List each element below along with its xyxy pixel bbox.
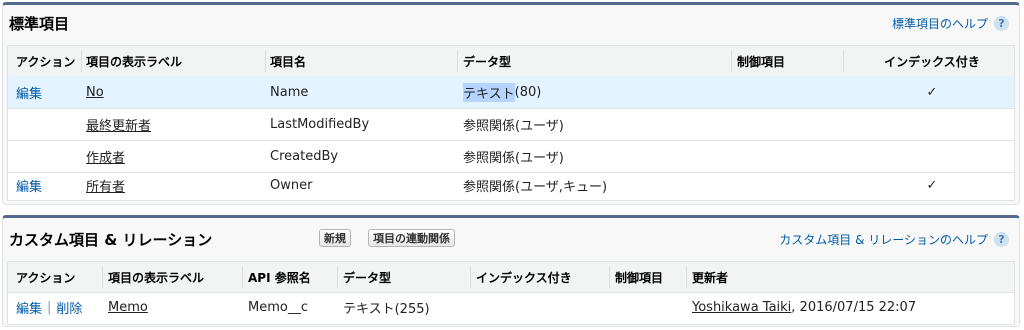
standard-fields-help-link[interactable]: 標準項目のヘルプ ? <box>892 15 1009 32</box>
indexed-check-icon: ✓ <box>926 178 938 193</box>
field-type: テキスト(255) <box>343 302 430 317</box>
field-type: テキスト (80) <box>463 76 541 108</box>
updated-by: Yoshikawa Taiki, 2016/07/15 22:07 <box>692 292 916 323</box>
edit-link[interactable]: 編集 <box>16 298 42 317</box>
table-row: 編集 所有者 Owner 参照関係(ユーザ,キュー) ✓ <box>8 172 1014 199</box>
field-type: 参照関係(ユーザ) <box>463 118 564 134</box>
field-type: 参照関係(ユーザ) <box>463 150 564 166</box>
field-name: CreatedBy <box>270 148 339 164</box>
delete-link[interactable]: 削除 <box>56 298 82 317</box>
field-dependency-button[interactable]: 項目の連動関係 <box>368 229 455 247</box>
col-header-action: アクション <box>16 54 76 69</box>
field-label-link[interactable]: 所有者 <box>86 172 125 199</box>
custom-fields-table: アクション 項目の表示ラベル API 参照名 データ型 インデックス付き 制御項… <box>7 261 1015 325</box>
field-label-link[interactable]: 作成者 <box>86 140 125 172</box>
custom-fields-help-link[interactable]: カスタム項目 & リレーションのヘルプ ? <box>779 231 1009 248</box>
api-name: Memo__c <box>248 300 308 315</box>
updated-at: , 2016/07/15 22:07 <box>791 300 917 315</box>
row-actions: 編集 | 削除 <box>16 292 82 323</box>
field-type-rest: (80) <box>514 84 542 100</box>
standard-fields-panel: 標準項目 標準項目のヘルプ ? アクション 項目の表示ラベル 項目名 データ型 … <box>2 2 1020 205</box>
edit-link[interactable]: 編集 <box>16 76 42 108</box>
indexed-check-icon: ✓ <box>926 84 938 100</box>
col-header-name: 項目名 <box>270 54 307 69</box>
help-icon[interactable]: ? <box>994 16 1009 31</box>
field-name: Owner <box>270 178 313 193</box>
table-header-row: アクション 項目の表示ラベル API 参照名 データ型 インデックス付き 制御項… <box>8 262 1014 293</box>
table-row: 編集 | 削除 Memo Memo__c テキスト(255) Yoshikawa… <box>8 292 1014 323</box>
table-row: 最終更新者 LastModifiedBy 参照関係(ユーザ) <box>8 108 1014 141</box>
field-name: Name <box>270 84 309 100</box>
standard-fields-help-label[interactable]: 標準項目のヘルプ <box>892 15 988 32</box>
field-name: LastModifiedBy <box>270 116 370 132</box>
col-header-type: データ型 <box>343 270 392 285</box>
col-header-label: 項目の表示ラベル <box>108 270 205 285</box>
table-header-row: アクション 項目の表示ラベル 項目名 データ型 制御項目 インデックス付き <box>8 46 1014 77</box>
help-icon[interactable]: ? <box>994 232 1009 247</box>
col-header-control: 制御項目 <box>737 54 786 69</box>
col-header-api-name: API 参照名 <box>248 270 311 285</box>
field-type: 参照関係(ユーザ,キュー) <box>463 180 608 195</box>
updated-by-user-link[interactable]: Yoshikawa Taiki <box>692 300 791 315</box>
col-header-control: 制御項目 <box>615 270 664 285</box>
new-field-button[interactable]: 新規 <box>319 229 351 247</box>
col-header-type: データ型 <box>463 54 512 69</box>
col-header-indexed: インデックス付き <box>476 270 572 285</box>
col-header-updated-by: 更新者 <box>692 270 729 285</box>
table-row: 作成者 CreatedBy 参照関係(ユーザ) <box>8 140 1014 173</box>
standard-fields-table: アクション 項目の表示ラベル 項目名 データ型 制御項目 インデックス付き 編集… <box>7 45 1015 201</box>
edit-link[interactable]: 編集 <box>16 172 42 199</box>
standard-fields-title: 標準項目 <box>9 15 70 33</box>
table-row: 編集 No Name テキスト (80) ✓ <box>8 76 1014 109</box>
action-separator: | <box>47 300 52 315</box>
field-label-link[interactable]: No <box>86 76 104 108</box>
col-header-label: 項目の表示ラベル <box>86 54 183 69</box>
field-label-link[interactable]: Memo <box>108 292 148 323</box>
col-header-indexed: インデックス付き <box>884 54 980 69</box>
field-type-selected: テキスト <box>463 82 515 102</box>
custom-fields-help-label[interactable]: カスタム項目 & リレーションのヘルプ <box>779 231 988 248</box>
custom-fields-title: カスタム項目 & リレーション <box>9 231 213 249</box>
custom-fields-panel: カスタム項目 & リレーション 新規 項目の連動関係 カスタム項目 & リレーシ… <box>2 215 1020 327</box>
field-label-link[interactable]: 最終更新者 <box>86 108 151 140</box>
col-header-action: アクション <box>16 270 76 285</box>
